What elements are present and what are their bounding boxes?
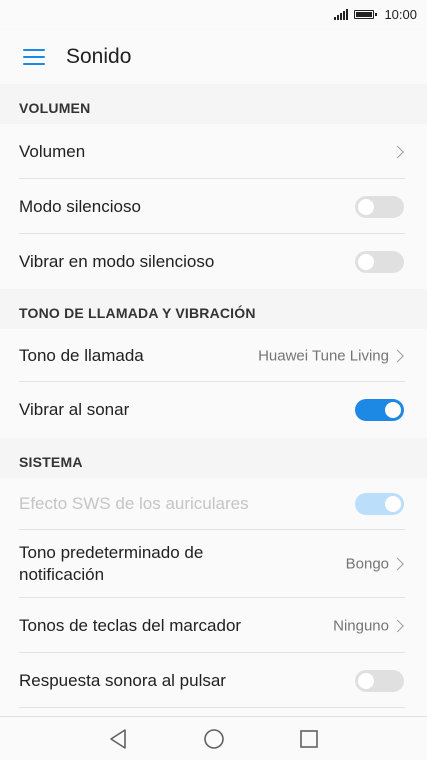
navigation-bar xyxy=(0,716,427,760)
efecto-sws-toggle xyxy=(355,493,404,515)
home-icon[interactable] xyxy=(203,728,225,750)
vibrar-al-sonar-toggle[interactable] xyxy=(355,399,404,421)
row-volumen[interactable]: Volumen xyxy=(0,124,427,179)
section-header-label: VOLUMEN xyxy=(19,100,91,116)
row-tono-notificacion[interactable]: Tono predeterminado de notificación Bong… xyxy=(0,530,427,598)
chevron-right-icon xyxy=(391,557,404,571)
back-icon[interactable] xyxy=(108,728,128,750)
row-partial-next xyxy=(0,708,427,716)
row-label-line-2: notificación xyxy=(19,565,105,584)
row-label-line-1: Tono predeterminado de xyxy=(19,543,204,562)
chevron-right-icon xyxy=(391,145,404,158)
row-value: Huawei Tune Living xyxy=(258,347,389,364)
chevron-right-icon xyxy=(391,349,404,362)
row-value: Ninguno xyxy=(333,617,389,634)
row-label: Tono de llamada xyxy=(19,345,144,365)
section-header-sistema: SISTEMA xyxy=(0,438,427,478)
vibrar-silencioso-toggle[interactable] xyxy=(355,250,404,273)
toggle-knob xyxy=(358,253,374,270)
menu-icon[interactable] xyxy=(23,49,45,65)
row-label: Vibrar en modo silencioso xyxy=(19,251,215,271)
toggle-knob xyxy=(358,672,374,689)
row-modo-silencioso[interactable]: Modo silencioso xyxy=(0,179,427,234)
chevron-right-icon xyxy=(391,619,404,632)
row-vibrar-al-sonar[interactable]: Vibrar al sonar xyxy=(0,382,427,438)
app-bar: Sonido xyxy=(0,30,427,84)
row-value: Bongo xyxy=(345,555,389,573)
row-label: Volumen xyxy=(19,141,86,161)
toggle-knob xyxy=(385,496,401,512)
row-label: Tonos de teclas del marcador xyxy=(19,615,242,635)
page-title: Sonido xyxy=(66,45,132,68)
toggle-knob xyxy=(385,402,401,418)
section-header-tono: TONO DE LLAMADA Y VIBRACIÓN xyxy=(0,289,427,329)
row-label: Vibrar al sonar xyxy=(19,400,130,419)
battery-icon xyxy=(354,10,378,19)
row-respuesta-sonora[interactable]: Respuesta sonora al pulsar xyxy=(0,653,427,708)
signal-icon xyxy=(334,9,349,20)
row-efecto-sws: Efecto SWS de los auriculares xyxy=(0,478,427,530)
status-time: 10:00 xyxy=(384,7,417,22)
row-tonos-teclas-marcador[interactable]: Tonos de teclas del marcador Ninguno xyxy=(0,598,427,653)
row-label: Efecto SWS de los auriculares xyxy=(19,494,249,513)
modo-silencioso-toggle[interactable] xyxy=(355,195,404,218)
recents-icon[interactable] xyxy=(299,728,319,750)
status-icons: 10:00 xyxy=(334,7,417,22)
row-vibrar-modo-silencioso[interactable]: Vibrar en modo silencioso xyxy=(0,234,427,289)
section-header-label: TONO DE LLAMADA Y VIBRACIÓN xyxy=(19,305,256,321)
section-header-volumen: VOLUMEN xyxy=(0,84,427,124)
status-bar: 10:00 xyxy=(0,0,427,30)
row-label: Modo silencioso xyxy=(19,196,141,216)
section-header-label: SISTEMA xyxy=(19,454,83,470)
row-label: Respuesta sonora al pulsar xyxy=(19,670,226,690)
toggle-knob xyxy=(358,198,374,215)
row-tono-de-llamada[interactable]: Tono de llamada Huawei Tune Living xyxy=(0,329,427,382)
respuesta-sonora-toggle[interactable] xyxy=(355,669,404,692)
row-label: Tono predeterminado de notificación xyxy=(19,542,203,586)
